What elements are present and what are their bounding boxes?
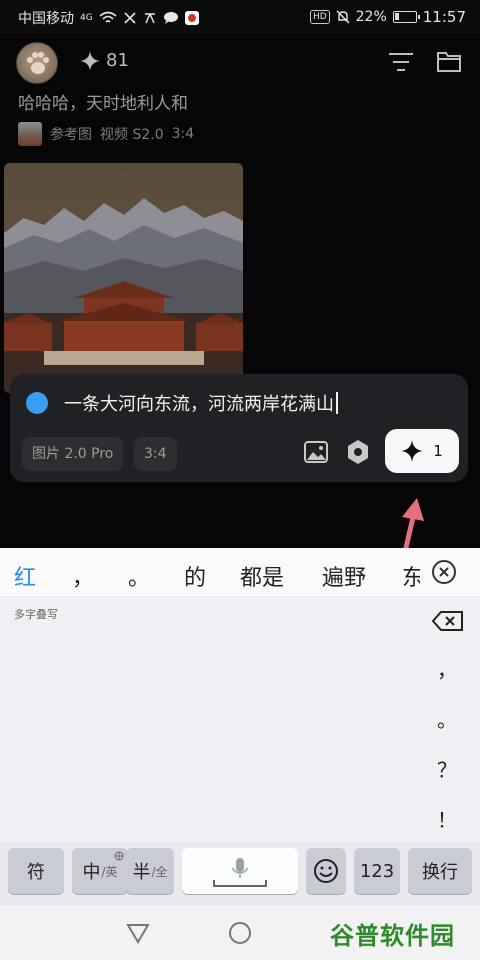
question-key[interactable]: ？	[414, 754, 480, 783]
space-key[interactable]	[182, 848, 298, 894]
forbidden-city-landscape-image	[4, 163, 243, 393]
system-nav-bar: 谷普软件园	[0, 906, 480, 960]
status-right: HD 22% 11:57	[309, 8, 466, 26]
width-switch-key[interactable]: 半/全	[126, 848, 174, 894]
bottom-key-row: 符 中/英 半/全 123 换行	[0, 844, 480, 900]
credits-count: 81	[106, 50, 129, 71]
avatar[interactable]	[16, 42, 58, 84]
lang-sub-label: /英	[101, 864, 118, 879]
reference-label: 参考图	[50, 127, 92, 143]
ratio-label: 3:4	[171, 126, 195, 142]
model-label: 视频 S2.0	[100, 127, 164, 143]
width-sub-label: /全	[151, 864, 168, 879]
width-main-label: 半	[132, 862, 151, 883]
prompt-input-card: 一条大河向东流，河流两岸花满山 图片 2.0 Pro 3:4 1	[10, 374, 468, 482]
candidate-5[interactable]: 都是	[240, 560, 284, 592]
symbol-key[interactable]: 符	[8, 848, 64, 894]
candidate-bar: 红 ， 。 的 都是 遍野 东	[0, 548, 480, 596]
handwriting-hint: 多字叠写	[14, 608, 58, 621]
candidate-6[interactable]: 遍野	[322, 560, 366, 592]
globe-icon	[114, 851, 124, 861]
candidate-2[interactable]: ，	[72, 560, 94, 592]
prompt-input[interactable]: 一条大河向东流，河流两岸花满山	[64, 390, 338, 416]
filter-icon[interactable]	[388, 50, 414, 74]
model-chip[interactable]: 图片 2.0 Pro	[22, 437, 124, 471]
settings-hexagon-icon[interactable]	[344, 438, 372, 466]
credits-display[interactable]: 81	[80, 50, 129, 71]
battery-percent: 22%	[355, 9, 387, 25]
prompt-input-text: 一条大河向东流，河流两岸花满山	[64, 394, 334, 415]
candidate-1[interactable]: 红	[14, 560, 36, 592]
generate-count: 1	[433, 442, 443, 460]
handwriting-panel[interactable]: 多字叠写 ， 。 ？ ！	[0, 596, 480, 842]
hd-badge: HD	[309, 10, 330, 24]
watermark-text: 谷普软件园	[330, 922, 455, 950]
ime-keyboard: 红 ， 。 的 都是 遍野 东 多字叠写 ， 。 ？ ！ 符 中/英 半 /全 …	[0, 548, 480, 906]
carrier-label: 中国移动	[18, 11, 74, 27]
image-upload-icon[interactable]	[302, 438, 330, 466]
backspace-icon[interactable]	[432, 610, 464, 632]
numbers-key[interactable]: 123	[354, 848, 400, 894]
translate-icon	[144, 13, 155, 24]
generate-button[interactable]: 1	[385, 429, 459, 473]
silent-person-icon	[124, 12, 136, 24]
candidate-4[interactable]: 的	[184, 560, 206, 592]
back-triangle-icon[interactable]	[126, 922, 150, 944]
numbers-key-label: 123	[359, 860, 395, 882]
network-type: 4G	[80, 13, 93, 23]
prompt-title: 哈哈哈，天时地利人和	[18, 94, 188, 114]
generation-meta: 参考图 视频 S2.0 3:4	[18, 122, 194, 146]
sparkle-icon	[401, 440, 424, 462]
wifi-icon	[99, 11, 117, 23]
language-switch-key[interactable]: 中/英	[72, 848, 128, 894]
generated-image[interactable]	[4, 163, 243, 393]
symbol-key-label: 符	[27, 862, 45, 883]
status-left: 中国移动 4G	[18, 8, 199, 28]
sparkle-icon	[80, 50, 100, 71]
emoji-key[interactable]	[306, 848, 346, 894]
lang-main-label: 中	[82, 862, 101, 883]
enter-key-label: 换行	[422, 862, 458, 883]
clock: 11:57	[422, 8, 466, 26]
status-bar: 中国移动 4G HD 22% 11:57	[0, 0, 480, 34]
input-indicator-dot	[26, 392, 48, 414]
text-caret	[336, 392, 338, 414]
reference-thumbnail[interactable]	[18, 122, 42, 146]
exclamation-key[interactable]: ！	[414, 804, 480, 833]
close-candidates-icon[interactable]	[432, 560, 456, 584]
mute-bell-icon	[336, 10, 350, 24]
home-circle-icon[interactable]	[228, 921, 252, 945]
punctuation-column: ， 。 ？ ！	[414, 596, 480, 842]
ratio-chip[interactable]: 3:4	[134, 437, 177, 471]
enter-key[interactable]: 换行	[408, 848, 472, 894]
emoji-smile-icon	[314, 859, 338, 883]
folder-icon[interactable]	[436, 50, 462, 74]
comma-key[interactable]: ，	[414, 654, 480, 683]
paw-icon	[27, 52, 49, 74]
candidate-7[interactable]: 东	[402, 560, 420, 592]
chat-bubble-icon	[163, 12, 178, 24]
app-notification-icon	[184, 11, 199, 25]
candidate-3[interactable]: 。	[128, 560, 150, 592]
period-key[interactable]: 。	[414, 704, 480, 733]
battery-icon	[392, 11, 420, 23]
microphone-icon	[213, 858, 267, 887]
battery-level	[394, 13, 399, 20]
